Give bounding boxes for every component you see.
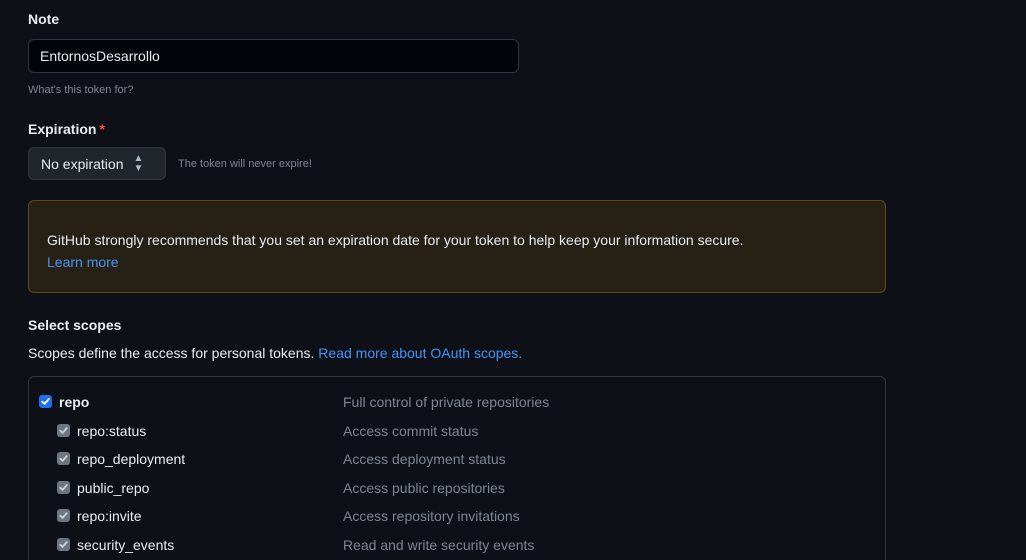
checkbox-checked-icon[interactable] xyxy=(57,538,70,551)
expiration-select-value: No expiration xyxy=(41,155,124,172)
scope-description: Read and write security events xyxy=(343,537,535,553)
token-settings-page: Note What's this token for? Expiration* … xyxy=(0,0,1026,560)
select-arrows-icon: ▲ ▼ xyxy=(133,152,144,174)
scopes-title: Select scopes xyxy=(28,317,122,333)
checkbox-checked-icon[interactable] xyxy=(57,424,70,437)
scopes-description-text: Scopes define the access for personal to… xyxy=(28,345,315,361)
expiration-warning-banner: GitHub strongly recommends that you set … xyxy=(28,200,886,293)
checkbox-checked-icon[interactable] xyxy=(57,509,70,522)
scope-description: Access public repositories xyxy=(343,480,505,496)
expiration-hint: The token will never expire! xyxy=(178,158,312,170)
checkbox-checked-icon[interactable] xyxy=(57,481,70,494)
oauth-scopes-link[interactable]: Read more about OAuth scopes. xyxy=(318,345,522,361)
expiration-select[interactable]: No expiration ▲ ▼ xyxy=(28,147,166,180)
checkbox-checked-icon[interactable] xyxy=(57,452,70,465)
scope-name: repo_deployment xyxy=(77,451,186,467)
expiration-label-text: Expiration xyxy=(28,121,97,137)
scope-name: security_events xyxy=(77,537,175,553)
scope-description: Access repository invitations xyxy=(343,508,520,524)
scope-name: public_repo xyxy=(77,480,150,496)
note-label: Note xyxy=(28,11,60,27)
scope-name: repo:invite xyxy=(77,508,142,524)
scope-name: repo xyxy=(59,394,90,410)
scope-description: Access deployment status xyxy=(343,451,506,467)
scope-description: Full control of private repositories xyxy=(343,394,550,410)
scope-name: repo:status xyxy=(77,423,147,439)
expiration-label: Expiration * xyxy=(28,121,105,137)
warning-text: GitHub strongly recommends that you set … xyxy=(47,232,744,248)
scopes-description: Scopes define the access for personal to… xyxy=(28,345,522,361)
scopes-list: repo Full control of private repositorie… xyxy=(28,376,886,560)
scope-description: Access commit status xyxy=(343,423,479,439)
note-input[interactable] xyxy=(28,39,519,73)
required-marker: * xyxy=(99,121,105,137)
learn-more-link[interactable]: Learn more xyxy=(47,254,119,270)
checkbox-checked-icon[interactable] xyxy=(39,395,52,408)
note-hint: What's this token for? xyxy=(28,84,134,96)
